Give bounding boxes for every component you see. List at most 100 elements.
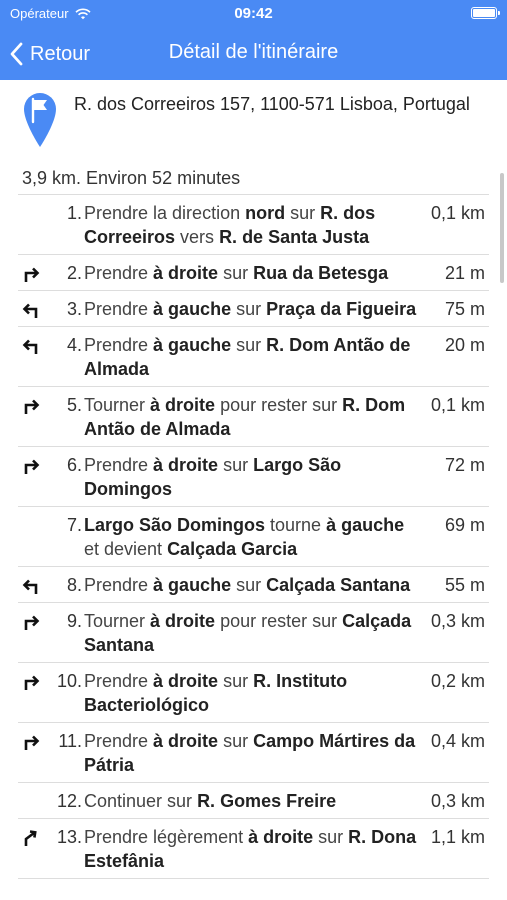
step-number: 6. (66, 455, 82, 475)
step-distance: 75 m (444, 299, 485, 319)
step-distance: 0,3 km (430, 791, 485, 811)
instruction-text: Tourner (84, 611, 151, 631)
step-instruction: Prendre à gauche sur R. Dom Antão de Alm… (84, 327, 423, 386)
step-distance: 20 m (444, 335, 485, 355)
instruction-text: Prendre la direction (84, 203, 246, 223)
itinerary-detail[interactable]: R. dos Correeiros 157, 1100-571 Lisboa, … (0, 80, 507, 900)
route-summary: 3,9 km. Environ 52 minutes (22, 168, 241, 188)
instruction-text: sur (218, 263, 254, 283)
step-row[interactable]: 8. Prendre à gauche sur Calçada Santana 55… (18, 567, 489, 603)
step-row[interactable]: 6. Prendre à droite sur Largo São Domingo… (18, 447, 489, 507)
instruction-text: sur (231, 335, 267, 355)
instruction-text: sur (218, 731, 254, 751)
instruction-text: Continuer sur (84, 791, 198, 811)
step-number: 1. (66, 203, 82, 223)
instruction-text: sur (218, 455, 254, 475)
instruction-text: tourne (265, 515, 327, 535)
step-distance: 0,4 km (430, 731, 485, 751)
instruction-text: sur (218, 671, 254, 691)
turn-left-icon (22, 339, 38, 354)
step-row[interactable]: 3. Prendre à gauche sur Praça da Figueira… (18, 291, 489, 327)
step-number: 5. (66, 395, 82, 415)
instruction-highlight: Largo São Domingos (84, 515, 266, 535)
status-bar: Opérateur 09:42 (0, 0, 507, 28)
step-number: 11. (58, 731, 82, 751)
step-row[interactable]: 1. Prendre la direction nord sur R. dos C… (18, 195, 489, 255)
step-row[interactable]: 2. Prendre à droite sur Rua da Betesga 21 … (18, 255, 489, 291)
step-number: 10. (56, 671, 82, 691)
battery-icon (471, 7, 500, 19)
step-distance: 55 m (444, 575, 485, 595)
destination-address: R. dos Correeiros 157, 1100-571 Lisboa, … (74, 94, 470, 114)
step-row[interactable]: 4. Prendre à gauche sur R. Dom Antão de A… (18, 327, 489, 387)
step-row[interactable]: 13. Prendre légèrement à droite sur R. Do… (18, 819, 489, 879)
turn-slight-right-icon (24, 830, 37, 846)
step-number: 13. (56, 827, 82, 847)
step-instruction: Continuer sur R. Gomes Freire (84, 783, 423, 818)
instruction-highlight: R. de Santa Justa (219, 227, 370, 247)
step-instruction: Tourner à droite pour rester sur R. Dom … (84, 387, 423, 446)
step-number: 4. (66, 335, 82, 355)
step-row[interactable]: 9. Tourner à droite pour rester sur Calça… (18, 603, 489, 663)
step-distance: 72 m (444, 455, 485, 475)
clock: 09:42 (234, 5, 273, 22)
step-instruction: Prendre à droite sur Campo Mártires da P… (84, 723, 423, 782)
step-number: 7. (66, 515, 82, 535)
instruction-text: Prendre (84, 575, 154, 595)
step-instruction: Prendre à gauche sur Calçada Santana (84, 567, 423, 602)
step-instruction: Prendre à gauche sur Praça da Figueira (84, 291, 423, 326)
turn-right-icon (24, 615, 40, 630)
instruction-text: sur (313, 827, 349, 847)
step-number: 12. (56, 791, 82, 811)
instruction-highlight: à droite (248, 827, 314, 847)
instruction-highlight: à droite (153, 731, 219, 751)
instruction-text: sur (285, 203, 321, 223)
step-instruction: Prendre la direction nord sur R. dos Cor… (84, 195, 423, 254)
instruction-text: et devient (84, 539, 168, 559)
instruction-highlight: à droite (153, 671, 219, 691)
instruction-highlight: Calçada Garcia (167, 539, 298, 559)
step-distance: 0,1 km (430, 203, 485, 223)
step-instruction: Prendre légèrement à droite sur R. Dona … (84, 819, 423, 878)
instruction-text: Tourner (84, 395, 151, 415)
step-distance: 0,2 km (430, 671, 485, 691)
step-distance: 0,3 km (430, 611, 485, 631)
instruction-highlight: à droite (150, 395, 216, 415)
scrollbar[interactable] (500, 173, 504, 283)
step-instruction: Largo São Domingos tourne à gauche et de… (84, 507, 423, 566)
page-title: Détail de l'itinéraire (168, 41, 339, 63)
turn-right-icon (24, 735, 40, 750)
step-row[interactable]: 10. Prendre à droite sur R. Instituto Bac… (18, 663, 489, 723)
instruction-highlight: nord (245, 203, 286, 223)
destination-header: R. dos Correeiros 157, 1100-571 Lisboa, … (22, 90, 492, 150)
flag-pin-icon (24, 93, 56, 147)
instruction-highlight: à droite (150, 611, 216, 631)
step-row[interactable]: 5. Tourner à droite pour rester sur R. Do… (18, 387, 489, 447)
instruction-highlight: à gauche (153, 335, 232, 355)
step-distance: 69 m (444, 515, 485, 535)
step-distance: 0,1 km (430, 395, 485, 415)
instruction-highlight: à gauche (153, 299, 232, 319)
steps-list: 1. Prendre la direction nord sur R. dos C… (18, 194, 489, 879)
instruction-text: Prendre (84, 299, 154, 319)
step-instruction: Prendre à droite sur Rua da Betesga (84, 255, 423, 290)
instruction-highlight: à droite (153, 455, 219, 475)
navigation-bar: Retour Détail de l'itinéraire (0, 28, 507, 80)
step-row[interactable]: 7. Largo São Domingos tourne à gauche et … (18, 507, 489, 567)
instruction-highlight: à droite (153, 263, 219, 283)
instruction-highlight: Calçada Santana (266, 575, 411, 595)
step-distance: 1,1 km (430, 827, 485, 847)
turn-right-icon (24, 399, 40, 414)
step-row[interactable]: 12. Continuer sur R. Gomes Freire 0,3 km (18, 783, 489, 819)
instruction-text: sur (231, 299, 267, 319)
instruction-text: Prendre (84, 335, 154, 355)
instruction-text: Prendre (84, 455, 154, 475)
step-row[interactable]: 11. Prendre à droite sur Campo Mártires d… (18, 723, 489, 783)
instruction-text: pour rester sur (215, 611, 343, 631)
instruction-text: sur (231, 575, 267, 595)
turn-right-icon (24, 267, 40, 282)
instruction-highlight: Rua da Betesga (253, 263, 389, 283)
instruction-text: pour rester sur (215, 395, 343, 415)
step-number: 3. (66, 299, 82, 319)
step-distance: 21 m (444, 263, 485, 283)
